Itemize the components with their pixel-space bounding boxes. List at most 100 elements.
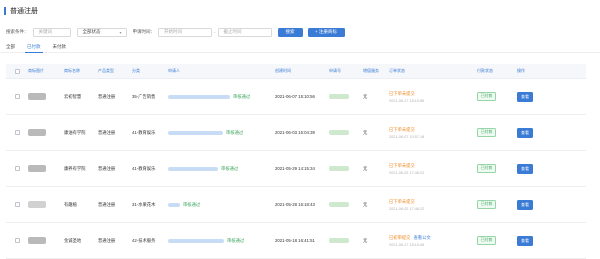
page-title: 普通注册 [4,6,38,15]
tab-paid[interactable]: 已付款 [25,43,42,53]
created-time: 2021-05-29 14:15:34 [275,166,315,171]
app-number-redacted [329,94,349,99]
order-status: 已初审提交 查看公文 [389,234,431,240]
tabs-divider [0,52,600,53]
tab-unpaid[interactable]: 未付款 [53,43,67,52]
table-row: 康油有学院 普通注册 41-教育娱乐 审核通过 2021-06-03 15:04… [6,115,586,151]
status-select[interactable]: 全部状态 ▾ [76,27,127,37]
product-type: 普通注册 [98,237,116,243]
pay-status-badge: 已付款 [477,200,497,209]
value-added-service: 无 [363,93,368,99]
order-status-date: 2021-06-02 17:46:22 [389,170,425,175]
header-image: 商标图片 [28,68,44,73]
view-button[interactable]: 查看 [517,163,533,174]
applicant-name-redacted [168,202,180,207]
category: 42-技术服务 [132,237,156,243]
start-date-input[interactable]: 开始时间 [158,27,212,37]
view-button[interactable]: 查看 [517,127,533,138]
chevron-down-icon: ▾ [119,29,122,35]
checkbox[interactable] [14,68,20,74]
pay-status-badge: 已付款 [477,236,497,245]
row-checkbox[interactable] [14,130,20,135]
category: 35-广告销售 [132,93,156,99]
trademark-name: 金诚圣地 [64,237,82,243]
date-separator: - [214,29,216,35]
trademark-image [28,165,46,172]
view-button[interactable]: 查看 [517,91,533,102]
created-time: 2021-05-28 16:18:43 [275,202,315,207]
pay-status-badge: 已付款 [477,92,497,101]
table-row: 云初智慧 普通注册 35-广告销售 审核通过 2021-06-07 15:10:… [6,79,586,115]
trademark-image [28,201,46,208]
search-label: 搜索条件： [6,29,29,34]
app-number-redacted [329,130,349,135]
table-header: 商标图片 商标名称 产品类型 分类 申请人 创建时间 申请号 增值服务 订单状态… [6,64,586,79]
header-name: 商标名称 [64,68,80,73]
app-number-redacted [329,166,349,171]
trademark-name: 云初智慧 [64,93,82,99]
applicant-name-redacted [168,130,223,135]
row-checkbox[interactable] [14,94,20,99]
page-title-text: 普通注册 [10,7,38,15]
applicant-status: 审核通过 [221,165,239,171]
trademark-image [28,93,46,100]
payment-tabs: 全部 已付款 未付款 [6,43,78,53]
header-order-status: 订单状态 [389,68,405,73]
header-app-no: 申请号 [329,68,341,73]
product-type: 普通注册 [98,93,116,99]
order-status: 已下单未提交 [389,198,415,204]
value-added-service: 无 [363,165,368,171]
applicant-status: 审核通过 [226,129,244,135]
trademark-name: 康油有学院 [64,129,86,135]
table-row: 金诚圣地 普通注册 42-技术服务 审核通过 2021-05-18 16:41:… [6,223,586,259]
order-status: 已下单未提交 [389,162,415,168]
value-added-service: 无 [363,201,368,207]
applicant-name-redacted [168,94,230,99]
order-status: 已下单未提交 [389,90,415,96]
end-date-input[interactable]: 截止时间 [217,27,272,37]
view-button[interactable]: 查看 [517,199,533,210]
trademark-name: 康养有学院 [64,165,86,171]
register-trademark-button[interactable]: + 注册商标 [307,27,345,37]
order-status-date: 2021-06-07 10:57:18 [389,134,425,139]
header-created: 创建时间 [275,68,291,73]
row-checkbox[interactable] [14,166,20,171]
applicant-name-redacted [168,238,224,243]
header-pay-status: 付款状态 [477,68,493,73]
created-time: 2021-06-03 15:04:39 [275,130,315,135]
app-number-redacted [329,202,349,207]
value-added-service: 无 [363,237,368,243]
row-checkbox[interactable] [14,202,20,207]
header-applicant: 申请人 [168,68,180,73]
apply-time-label: 申请时间： [132,29,156,34]
order-status-date: 2021-06-02 17:46:22 [389,206,425,211]
tab-all[interactable]: 全部 [6,43,15,52]
applicant-name-redacted [168,166,218,171]
order-status-date: 2021-06-17 15:10:46 [389,242,425,247]
filter-row: 搜索条件： 关键词 全部状态 ▾ 申请时间： 开始时间 - 截止时间 搜索 + … [6,27,345,37]
header-select-all[interactable] [6,68,28,74]
category: 41-教育娱乐 [132,165,156,171]
view-button[interactable]: 查看 [517,235,533,246]
view-document-link[interactable]: 查看公文 [413,235,430,240]
order-status-date: 2021-06-17 15:10:56 [389,98,425,103]
product-type: 普通注册 [98,201,116,207]
created-time: 2021-06-07 15:10:56 [275,94,315,99]
search-button[interactable]: 搜索 [277,27,303,37]
app-number-redacted [329,238,349,243]
row-checkbox[interactable] [14,238,20,243]
category: 41-教育娱乐 [132,129,156,135]
table-row: 康养有学院 普通注册 41-教育娱乐 审核通过 2021-05-29 14:15… [6,151,586,187]
product-type: 普通注册 [98,165,116,171]
order-status: 已下单未提交 [389,126,415,132]
header-service: 增值服务 [363,68,379,73]
keyword-input[interactable]: 关键词 [32,27,71,37]
header-action: 操作 [517,68,525,73]
applicant-status: 审核通过 [183,201,201,207]
header-category: 分类 [132,68,140,73]
title-accent-bar [4,6,6,15]
table-row: 有趣植 普通注册 31-水果花木 审核通过 2021-05-28 16:18:4… [6,187,586,223]
orders-table: 商标图片 商标名称 产品类型 分类 申请人 创建时间 申请号 增值服务 订单状态… [6,64,586,259]
value-added-service: 无 [363,129,368,135]
product-type: 普通注册 [98,129,116,135]
